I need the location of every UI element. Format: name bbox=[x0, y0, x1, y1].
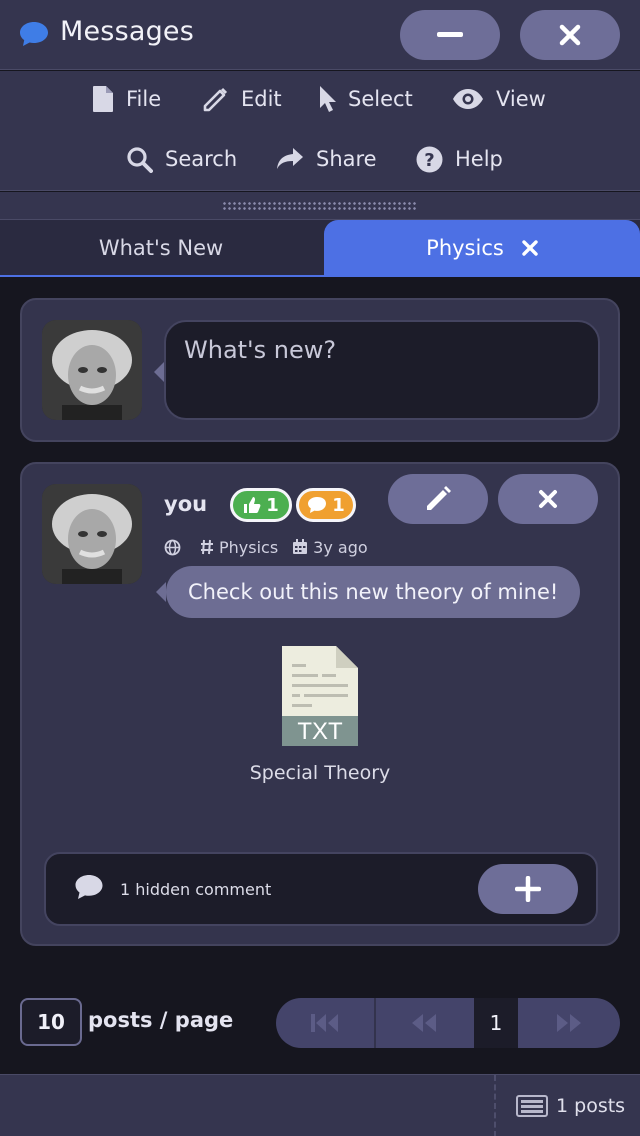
hidden-comments-bar[interactable]: 1 hidden comment bbox=[44, 852, 598, 926]
close-window-button[interactable] bbox=[520, 10, 620, 60]
like-badge[interactable]: 1 bbox=[230, 488, 292, 522]
post-author[interactable]: you bbox=[164, 492, 207, 516]
menu-file-label: File bbox=[126, 87, 162, 111]
window-title: Messages bbox=[60, 16, 195, 47]
hidden-comments-label: 1 hidden comment bbox=[120, 880, 272, 899]
title-bar: Messages bbox=[0, 0, 640, 70]
thumbs-up-icon bbox=[244, 497, 261, 513]
message-pointer bbox=[156, 582, 166, 602]
post-time-label: 3y ago bbox=[313, 537, 368, 557]
comment-icon bbox=[308, 497, 327, 513]
close-icon bbox=[539, 490, 557, 508]
like-count: 1 bbox=[266, 494, 279, 516]
avatar-photo bbox=[42, 320, 142, 420]
menu-file[interactable]: File bbox=[92, 79, 161, 119]
delete-post-button[interactable] bbox=[498, 474, 598, 524]
posts-per-page-label: posts / page bbox=[88, 1008, 234, 1032]
posts-per-page-input[interactable]: 10 bbox=[20, 998, 82, 1046]
attachment-type: TXT bbox=[297, 718, 343, 745]
help-icon: ? bbox=[416, 146, 443, 172]
post-count-label: 1 posts bbox=[556, 1095, 626, 1117]
post-message: Check out this new theory of mine! bbox=[166, 566, 581, 618]
fast-forward-icon bbox=[557, 1014, 581, 1032]
post-channel[interactable]: Physics bbox=[200, 538, 278, 557]
file-icon bbox=[93, 86, 113, 112]
menu-select[interactable]: Select bbox=[318, 79, 413, 119]
svg-text:?: ? bbox=[424, 150, 434, 171]
post-channel-label: Physics bbox=[219, 537, 279, 557]
attachment[interactable]: TXT Special Theory bbox=[222, 644, 418, 784]
avatar bbox=[42, 320, 142, 420]
menu-edit-label: Edit bbox=[241, 87, 282, 111]
first-page-button[interactable] bbox=[276, 998, 374, 1048]
menu-search-label: Search bbox=[165, 147, 238, 171]
resize-handle[interactable] bbox=[0, 192, 640, 219]
compose-input[interactable]: What's new? bbox=[164, 320, 600, 420]
menu-share[interactable]: Share bbox=[276, 139, 377, 179]
menu-edit[interactable]: Edit bbox=[202, 79, 282, 119]
menu-search[interactable]: Search bbox=[126, 139, 237, 179]
first-page-icon bbox=[311, 1014, 338, 1032]
menu-view-label: View bbox=[496, 87, 546, 111]
edit-post-button[interactable] bbox=[388, 474, 488, 524]
status-bar: 1 posts bbox=[0, 1074, 640, 1136]
next-page-button[interactable] bbox=[518, 998, 620, 1048]
globe-icon bbox=[164, 539, 181, 555]
minus-icon bbox=[437, 32, 463, 37]
avatar-photo bbox=[42, 484, 142, 584]
tab-physics[interactable]: Physics bbox=[324, 220, 640, 276]
menu-help-label: Help bbox=[455, 147, 503, 171]
search-icon bbox=[127, 146, 153, 173]
attachment-name: Special Theory bbox=[249, 762, 391, 784]
post-avatar bbox=[42, 484, 142, 584]
comment-badge[interactable]: 1 bbox=[296, 488, 356, 522]
post-count: 1 posts bbox=[516, 1095, 625, 1117]
menu-help[interactable]: ? Help bbox=[416, 139, 503, 179]
tab-whats-new[interactable]: What's New bbox=[0, 220, 322, 276]
chat-bubble-icon bbox=[20, 22, 48, 46]
pager: 1 bbox=[276, 998, 620, 1048]
comment-count: 1 bbox=[332, 494, 345, 516]
menu-bar: File Edit Select View Search Share ? Hel… bbox=[0, 71, 640, 191]
close-icon bbox=[559, 24, 581, 46]
plus-icon bbox=[515, 876, 541, 902]
comment-icon bbox=[75, 875, 103, 899]
menu-select-label: Select bbox=[348, 87, 413, 111]
share-icon bbox=[277, 148, 303, 169]
compose-pointer bbox=[154, 362, 164, 382]
compose-card: What's new? bbox=[20, 298, 620, 442]
menu-share-label: Share bbox=[316, 147, 377, 171]
grip-dots bbox=[222, 200, 418, 211]
hashtag-icon bbox=[201, 539, 213, 555]
previous-page-button[interactable] bbox=[376, 998, 472, 1048]
add-comment-button[interactable] bbox=[478, 864, 578, 914]
post-meta: Physics 3y ago bbox=[164, 536, 382, 558]
eye-icon bbox=[453, 89, 483, 109]
cursor-icon bbox=[320, 86, 336, 112]
tab-close-icon[interactable] bbox=[522, 240, 538, 256]
list-icon bbox=[516, 1095, 548, 1117]
menu-view[interactable]: View bbox=[452, 79, 546, 119]
current-page[interactable]: 1 bbox=[474, 998, 518, 1048]
visibility bbox=[164, 539, 186, 556]
post-time: 3y ago bbox=[292, 537, 368, 557]
pencil-icon bbox=[203, 87, 228, 111]
pencil-icon bbox=[427, 486, 451, 510]
calendar-icon bbox=[293, 539, 308, 554]
rewind-icon bbox=[412, 1014, 436, 1032]
txt-file-icon: TXT bbox=[282, 646, 358, 746]
tab-bar: What's New Physics bbox=[0, 219, 640, 277]
minimize-button[interactable] bbox=[400, 10, 500, 60]
post-card: you 1 1 Physics 3y ago Check out this ne… bbox=[20, 462, 620, 946]
tab-physics-label: Physics bbox=[426, 236, 504, 260]
tab-whats-new-label: What's New bbox=[98, 236, 224, 260]
footer-divider bbox=[494, 1075, 496, 1136]
